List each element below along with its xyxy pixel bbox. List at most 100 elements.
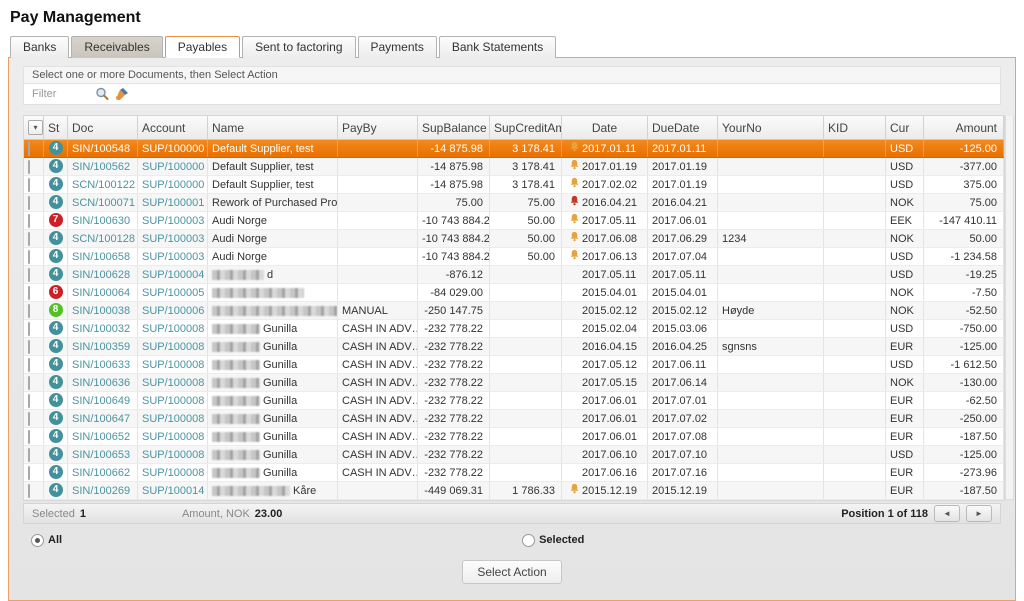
row-checkbox-cell[interactable]: [24, 176, 44, 193]
table-row[interactable]: 4SIN/100653SUP/100008GunillaCASH IN ADV……: [24, 446, 1004, 464]
account-cell[interactable]: SUP/100003: [138, 212, 208, 229]
row-checkbox-cell[interactable]: [24, 338, 44, 355]
account-cell[interactable]: SUP/100008: [138, 356, 208, 373]
tab-payments[interactable]: Payments: [358, 36, 437, 58]
table-row[interactable]: 4SIN/100633SUP/100008GunillaCASH IN ADV……: [24, 356, 1004, 374]
filter-bar[interactable]: Filter: [23, 84, 1001, 105]
account-cell[interactable]: SUP/100006: [138, 302, 208, 319]
table-row[interactable]: 7SIN/100630SUP/100003Audi Norge-10 743 8…: [24, 212, 1004, 230]
row-checkbox-cell[interactable]: [24, 446, 44, 463]
row-checkbox-cell[interactable]: [24, 428, 44, 445]
account-cell[interactable]: SUP/100004: [138, 266, 208, 283]
row-checkbox[interactable]: [28, 340, 30, 354]
select-action-button[interactable]: Select Action: [462, 560, 562, 584]
doc-cell[interactable]: SIN/100562: [68, 158, 138, 175]
doc-cell[interactable]: SCN/100071: [68, 194, 138, 211]
table-row[interactable]: 4SIN/100628SUP/100004d-876.122017.05.112…: [24, 266, 1004, 284]
row-checkbox[interactable]: [28, 484, 30, 498]
next-page-button[interactable]: ►: [966, 505, 992, 522]
column-header-payby[interactable]: PayBy: [338, 116, 418, 139]
clear-filter-brush-icon[interactable]: [114, 86, 130, 102]
tab-bank-statements[interactable]: Bank Statements: [439, 36, 556, 58]
column-header-doc[interactable]: Doc: [68, 116, 138, 139]
table-row[interactable]: 4SIN/100658SUP/100003Audi Norge-10 743 8…: [24, 248, 1004, 266]
account-cell[interactable]: SUP/100014: [138, 482, 208, 499]
tab-sent-to-factoring[interactable]: Sent to factoring: [242, 36, 355, 58]
account-cell[interactable]: SUP/100008: [138, 446, 208, 463]
row-checkbox[interactable]: [28, 160, 30, 174]
table-row[interactable]: 4SIN/100636SUP/100008GunillaCASH IN ADV……: [24, 374, 1004, 392]
doc-cell[interactable]: SIN/100649: [68, 392, 138, 409]
table-row[interactable]: 4SIN/100269SUP/100014Kåre-449 069.311 78…: [24, 482, 1004, 500]
account-cell[interactable]: SUP/100008: [138, 338, 208, 355]
doc-cell[interactable]: SIN/100662: [68, 464, 138, 481]
account-cell[interactable]: SUP/100008: [138, 464, 208, 481]
row-checkbox-cell[interactable]: [24, 482, 44, 499]
row-checkbox-cell[interactable]: [24, 320, 44, 337]
table-row[interactable]: 6SIN/100064SUP/100005-84 029.002015.04.0…: [24, 284, 1004, 302]
account-cell[interactable]: SUP/100008: [138, 410, 208, 427]
row-checkbox-cell[interactable]: [24, 374, 44, 391]
doc-cell[interactable]: SIN/100652: [68, 428, 138, 445]
doc-cell[interactable]: SIN/100653: [68, 446, 138, 463]
row-checkbox[interactable]: [28, 268, 30, 282]
account-cell[interactable]: SUP/100008: [138, 428, 208, 445]
select-menu-button[interactable]: ▾: [28, 120, 43, 135]
vertical-scrollbar[interactable]: [1005, 116, 1014, 500]
doc-cell[interactable]: SIN/100633: [68, 356, 138, 373]
table-row[interactable]: 8SIN/100038SUP/100006MANUAL-250 147.7520…: [24, 302, 1004, 320]
row-checkbox[interactable]: [28, 322, 30, 336]
column-header-yourno[interactable]: YourNo: [718, 116, 824, 139]
column-header-supcreditamt[interactable]: SupCreditAmt: [490, 116, 562, 139]
account-cell[interactable]: SUP/100008: [138, 374, 208, 391]
doc-cell[interactable]: SIN/100548: [68, 140, 138, 157]
row-checkbox[interactable]: [28, 448, 30, 462]
row-checkbox[interactable]: [28, 304, 30, 318]
doc-cell[interactable]: SIN/100658: [68, 248, 138, 265]
row-checkbox[interactable]: [28, 376, 30, 390]
doc-cell[interactable]: SIN/100038: [68, 302, 138, 319]
doc-cell[interactable]: SCN/100122: [68, 176, 138, 193]
account-cell[interactable]: SUP/100001: [138, 194, 208, 211]
column-header-account[interactable]: Account: [138, 116, 208, 139]
row-checkbox[interactable]: [28, 286, 30, 300]
table-row[interactable]: 4SIN/100652SUP/100008GunillaCASH IN ADV……: [24, 428, 1004, 446]
row-checkbox[interactable]: [28, 466, 30, 480]
account-cell[interactable]: SUP/100000: [138, 176, 208, 193]
doc-cell[interactable]: SIN/100064: [68, 284, 138, 301]
row-checkbox[interactable]: [28, 142, 30, 156]
column-header-date[interactable]: Date: [562, 116, 648, 139]
row-checkbox[interactable]: [28, 232, 30, 246]
tab-banks[interactable]: Banks: [10, 36, 69, 58]
row-checkbox-cell[interactable]: [24, 392, 44, 409]
table-row[interactable]: 4SIN/100647SUP/100008GunillaCASH IN ADV……: [24, 410, 1004, 428]
table-row[interactable]: 4SIN/100649SUP/100008GunillaCASH IN ADV……: [24, 392, 1004, 410]
table-row[interactable]: 4SCN/100128SUP/100003Audi Norge-10 743 8…: [24, 230, 1004, 248]
column-header-name[interactable]: Name: [208, 116, 338, 139]
row-checkbox-cell[interactable]: [24, 302, 44, 319]
row-checkbox-cell[interactable]: [24, 140, 44, 157]
row-checkbox-cell[interactable]: [24, 212, 44, 229]
row-checkbox[interactable]: [28, 394, 30, 408]
tab-receivables[interactable]: Receivables: [71, 36, 162, 58]
radio-selected[interactable]: [522, 534, 535, 547]
account-cell[interactable]: SUP/100000: [138, 140, 208, 157]
search-icon[interactable]: [94, 86, 110, 102]
doc-cell[interactable]: SIN/100269: [68, 482, 138, 499]
row-checkbox-cell[interactable]: [24, 194, 44, 211]
row-checkbox[interactable]: [28, 196, 30, 210]
row-checkbox[interactable]: [28, 214, 30, 228]
account-cell[interactable]: SUP/100000: [138, 158, 208, 175]
tab-payables[interactable]: Payables: [165, 36, 240, 58]
account-cell[interactable]: SUP/100003: [138, 248, 208, 265]
radio-all[interactable]: [31, 534, 44, 547]
column-header-cur[interactable]: Cur: [886, 116, 924, 139]
account-cell[interactable]: SUP/100008: [138, 392, 208, 409]
doc-cell[interactable]: SIN/100032: [68, 320, 138, 337]
row-checkbox-cell[interactable]: [24, 266, 44, 283]
column-header-amount[interactable]: Amount: [924, 116, 1004, 139]
table-row[interactable]: 4SIN/100562SUP/100000Default Supplier, t…: [24, 158, 1004, 176]
select-all-header[interactable]: ▾: [24, 116, 44, 139]
table-row[interactable]: 4SCN/100071SUP/100001Rework of Purchased…: [24, 194, 1004, 212]
table-row[interactable]: 4SCN/100122SUP/100000Default Supplier, t…: [24, 176, 1004, 194]
